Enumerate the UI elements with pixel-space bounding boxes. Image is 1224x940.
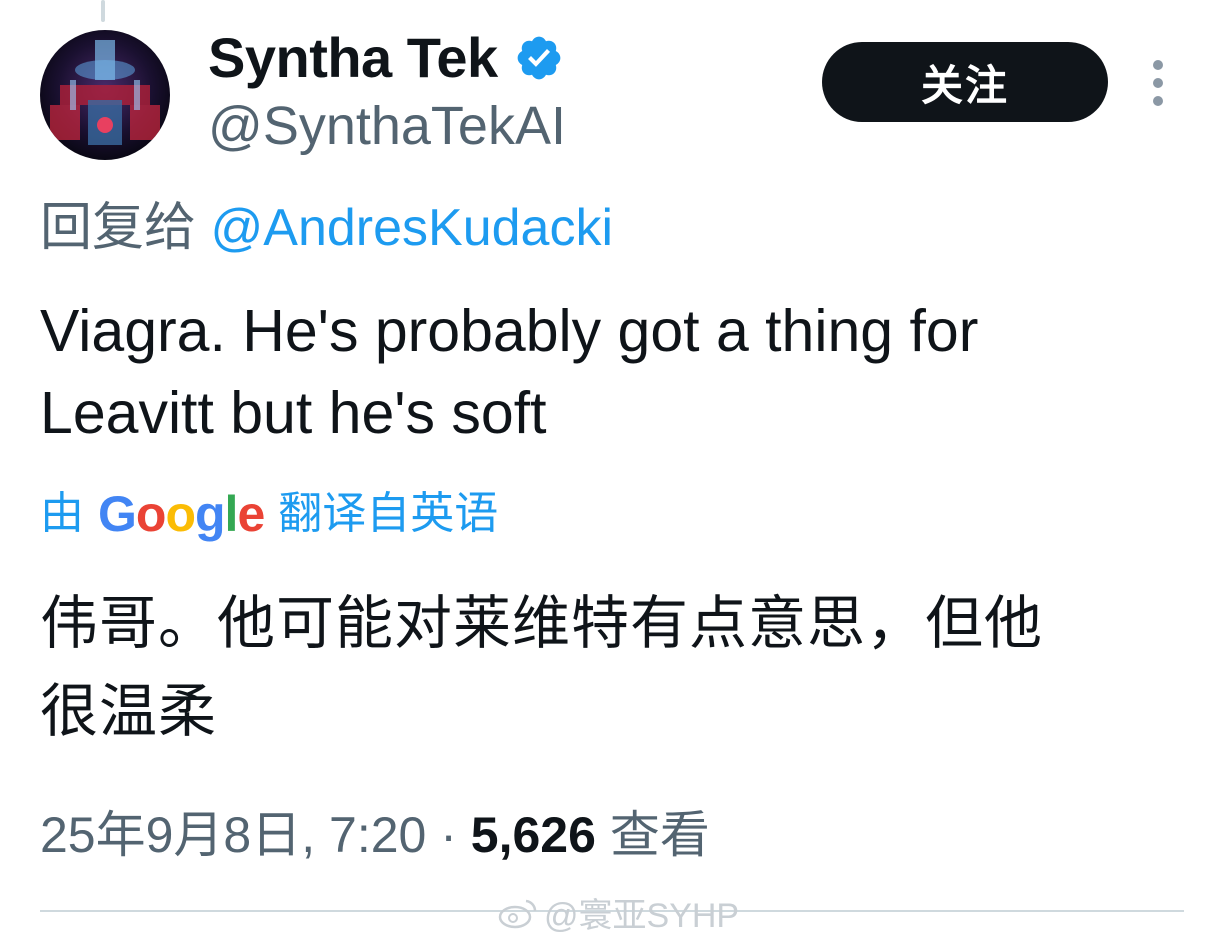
tweet-metadata: 25年9月8日, 7:20 · 5,626 查看	[40, 800, 710, 870]
views-label: 查看	[609, 807, 710, 863]
metadata-separator: ·	[440, 807, 457, 863]
follow-button[interactable]: 关注	[822, 42, 1108, 122]
views-count: 5,626	[470, 807, 596, 863]
translated-prefix: 由	[40, 489, 84, 538]
author-display-name[interactable]: Syntha Tek	[208, 26, 498, 90]
google-logo: Google	[98, 486, 265, 542]
watermark: @寰亚SYHP	[498, 888, 739, 937]
reply-to-line: 回复给 @AndresKudacki	[40, 196, 613, 260]
neon-robot-avatar-icon	[40, 30, 170, 160]
avatar[interactable]	[40, 30, 170, 160]
reply-to-mention-link[interactable]: @AndresKudacki	[210, 199, 613, 257]
translated-by-google[interactable]: 由 Google 翻译自英语	[40, 482, 498, 546]
reply-to-prefix: 回复给	[40, 199, 197, 257]
weibo-logo-icon	[498, 899, 537, 928]
translated-text-line: 伟哥。他可能对莱维特有点意思，但他	[40, 591, 1044, 656]
watermark-text: @寰亚SYHP	[544, 897, 740, 935]
more-vertical-icon[interactable]	[1145, 60, 1171, 106]
translated-suffix: 翻译自英语	[278, 489, 499, 538]
tweet-text: Viagra. He's probably got a thing for Le…	[40, 290, 1190, 454]
tweet-text-line: Leavitt but he's soft	[40, 380, 547, 446]
verified-badge-icon	[517, 36, 560, 80]
thread-connector-line	[101, 0, 105, 22]
translated-text: 伟哥。他可能对莱维特有点意思，但他 很温柔	[40, 580, 1190, 756]
translated-text-line: 很温柔	[40, 679, 218, 744]
author-handle[interactable]: @SynthaTekAI	[208, 94, 566, 158]
timestamp-link[interactable]: 25年9月8日, 7:20	[40, 807, 426, 863]
tweet-text-line: Viagra. He's probably got a thing for	[40, 298, 979, 364]
author-name-row[interactable]: Syntha Tek	[208, 26, 564, 90]
